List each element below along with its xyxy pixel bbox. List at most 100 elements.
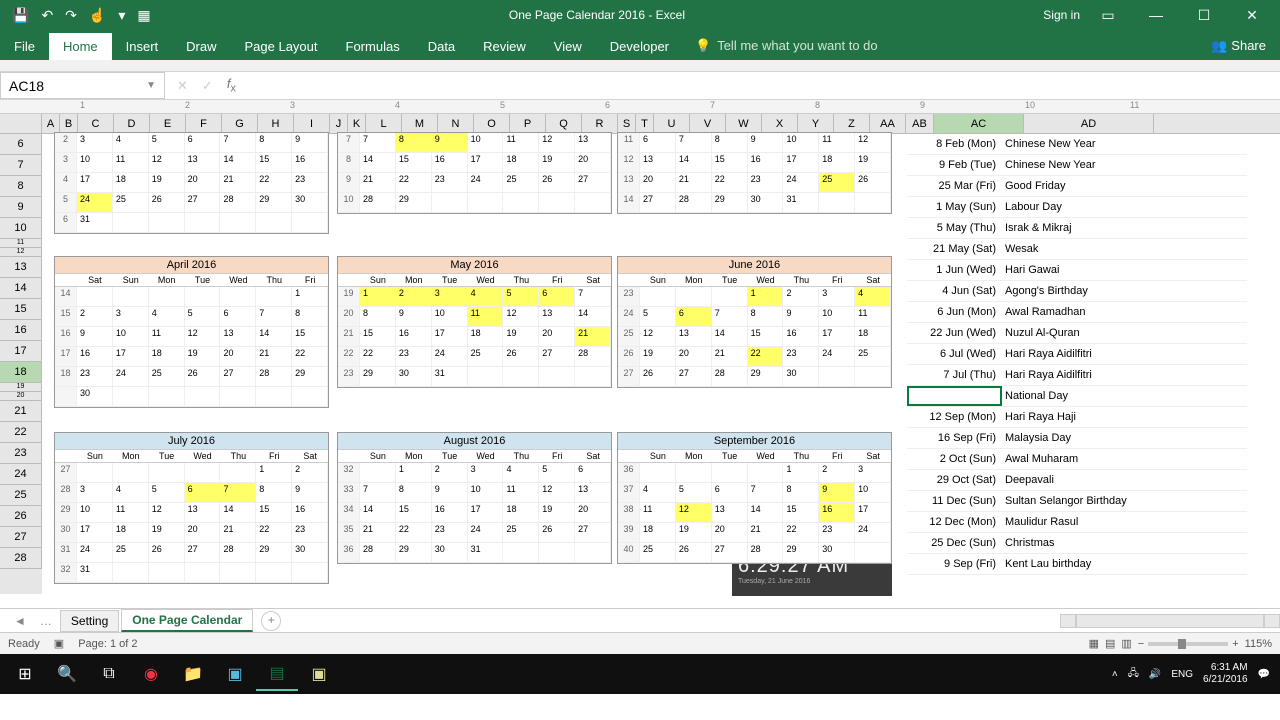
calendar-day-cell[interactable] [149, 287, 185, 307]
start-icon[interactable]: ⊞ [4, 657, 46, 691]
tab-view[interactable]: View [540, 33, 596, 60]
calendar-day-cell[interactable]: 31 [468, 543, 504, 563]
calendar-day-cell[interactable]: 13 [712, 503, 748, 523]
event-row[interactable]: 7 Jul (Thu)Hari Raya Aidilfitri [907, 365, 1247, 386]
calendar-day-cell[interactable]: 12 [676, 503, 712, 523]
calendar-day-cell[interactable]: 4 [640, 483, 676, 503]
calendar-day-cell[interactable] [113, 387, 149, 407]
row-header-24[interactable]: 24 [0, 464, 42, 485]
calendar-day-cell[interactable] [256, 213, 292, 233]
event-date[interactable]: 7 Jul (Thu) [907, 369, 1002, 381]
calendar-day-cell[interactable]: 30 [748, 193, 784, 213]
redo-icon[interactable]: ↷ [65, 7, 77, 24]
calendar-day-cell[interactable] [220, 463, 256, 483]
row-header-16[interactable]: 16 [0, 320, 42, 341]
calendar-day-cell[interactable]: 13 [539, 307, 575, 327]
event-row[interactable]: 4 Jun (Sat)Agong's Birthday [907, 281, 1247, 302]
calendar-day-cell[interactable]: 8 [256, 483, 292, 503]
event-row[interactable]: 5 May (Thu)Israk & Mikraj [907, 218, 1247, 239]
calendar-day-cell[interactable]: 4 [855, 287, 891, 307]
fx-icon[interactable]: fx [227, 76, 236, 95]
calendar-day-cell[interactable]: 30 [432, 543, 468, 563]
tab-file[interactable]: File [0, 33, 49, 60]
calendar-day-cell[interactable]: 14 [712, 327, 748, 347]
row-header-9[interactable]: 9 [0, 197, 42, 218]
calendar-day-cell[interactable]: 22 [292, 347, 328, 367]
view-pagelayout-icon[interactable]: ▤ [1105, 637, 1115, 650]
calendar-day-cell[interactable] [575, 543, 611, 563]
calendar-day-cell[interactable]: 20 [575, 503, 611, 523]
calendar-day-cell[interactable]: 15 [256, 503, 292, 523]
calendar-day-cell[interactable]: 10 [77, 153, 113, 173]
calendar-day-cell[interactable]: 2 [396, 287, 432, 307]
calendar-day-cell[interactable] [292, 563, 328, 583]
calendar-day-cell[interactable]: 30 [783, 367, 819, 387]
calendar-day-cell[interactable] [712, 463, 748, 483]
calendar-day-cell[interactable]: 11 [503, 483, 539, 503]
undo-icon[interactable]: ↶ [41, 7, 53, 24]
tab-insert[interactable]: Insert [112, 33, 173, 60]
calendar-day-cell[interactable]: 28 [575, 347, 611, 367]
calendar-day-cell[interactable]: 28 [220, 193, 256, 213]
calendar-day-cell[interactable]: 22 [783, 523, 819, 543]
task-view-icon[interactable]: ⧉ [88, 657, 130, 691]
col-header-AD[interactable]: AD [1024, 114, 1154, 133]
calendar-day-cell[interactable]: 15 [748, 327, 784, 347]
calendar-day-cell[interactable]: 24 [855, 523, 891, 543]
cancel-formula-icon[interactable]: ✕ [177, 78, 188, 94]
minimize-icon[interactable]: — [1136, 7, 1176, 23]
calendar-day-cell[interactable]: 11 [468, 307, 504, 327]
zoom-thumb[interactable] [1178, 639, 1186, 649]
calendar-day-cell[interactable]: 8 [396, 133, 432, 153]
col-header-K[interactable]: K [348, 114, 366, 133]
col-header-I[interactable]: I [294, 114, 330, 133]
calendar-day-cell[interactable]: 13 [185, 153, 221, 173]
calendar-day-cell[interactable]: 20 [712, 523, 748, 543]
calendar-day-cell[interactable]: 5 [539, 463, 575, 483]
calendar-day-cell[interactable] [575, 367, 611, 387]
calendar-day-cell[interactable]: 25 [113, 543, 149, 563]
calendar-day-cell[interactable]: 21 [220, 173, 256, 193]
calendar-day-cell[interactable]: 4 [503, 463, 539, 483]
event-date[interactable]: 11 Dec (Sun) [907, 495, 1002, 507]
new-sheet-button[interactable]: + [261, 611, 281, 631]
calendar-day-cell[interactable]: 15 [396, 503, 432, 523]
calendar-day-cell[interactable] [185, 287, 221, 307]
event-date[interactable]: 22 Jun (Wed) [907, 327, 1002, 339]
event-row[interactable]: 9 Feb (Tue)Chinese New Year [907, 155, 1247, 176]
calendar-day-cell[interactable]: 17 [783, 153, 819, 173]
calendar-day-cell[interactable]: 10 [77, 503, 113, 523]
row-header-10[interactable]: 10 [0, 218, 42, 239]
row-header-12[interactable]: 12 [0, 248, 42, 257]
calendar-day-cell[interactable]: 24 [783, 173, 819, 193]
row-header-14[interactable]: 14 [0, 278, 42, 299]
calendar-day-cell[interactable]: 22 [256, 523, 292, 543]
calendar-day-cell[interactable]: 28 [360, 543, 396, 563]
zoom-slider[interactable]: − + [1138, 638, 1239, 650]
calendar-day-cell[interactable]: 25 [113, 193, 149, 213]
row-header-15[interactable]: 15 [0, 299, 42, 320]
event-date[interactable]: 9 Feb (Tue) [907, 159, 1002, 171]
calendar-day-cell[interactable] [256, 287, 292, 307]
calendar-day-cell[interactable]: 5 [503, 287, 539, 307]
calendar-day-cell[interactable] [149, 387, 185, 407]
tab-review[interactable]: Review [469, 33, 540, 60]
calendar-day-cell[interactable]: 3 [77, 483, 113, 503]
calendar-day-cell[interactable]: 16 [748, 153, 784, 173]
calendar-day-cell[interactable]: 14 [256, 327, 292, 347]
event-name[interactable]: Sultan Selangor Birthday [1002, 495, 1127, 507]
calendar-day-cell[interactable]: 27 [676, 367, 712, 387]
calendar-day-cell[interactable]: 7 [575, 287, 611, 307]
calendar-day-cell[interactable] [539, 367, 575, 387]
calendar-day-cell[interactable] [220, 213, 256, 233]
signin-link[interactable]: Sign in [1043, 8, 1080, 22]
formula-input[interactable] [250, 78, 1280, 93]
calendar-day-cell[interactable]: 28 [256, 367, 292, 387]
calendar-day-cell[interactable] [539, 543, 575, 563]
calendar-day-cell[interactable] [113, 463, 149, 483]
share-button[interactable]: 👥 Share [1197, 32, 1280, 60]
calendar-day-cell[interactable]: 20 [185, 173, 221, 193]
calendar-day-cell[interactable]: 31 [783, 193, 819, 213]
zoom-value[interactable]: 115% [1245, 638, 1272, 650]
calendar-day-cell[interactable]: 24 [113, 367, 149, 387]
